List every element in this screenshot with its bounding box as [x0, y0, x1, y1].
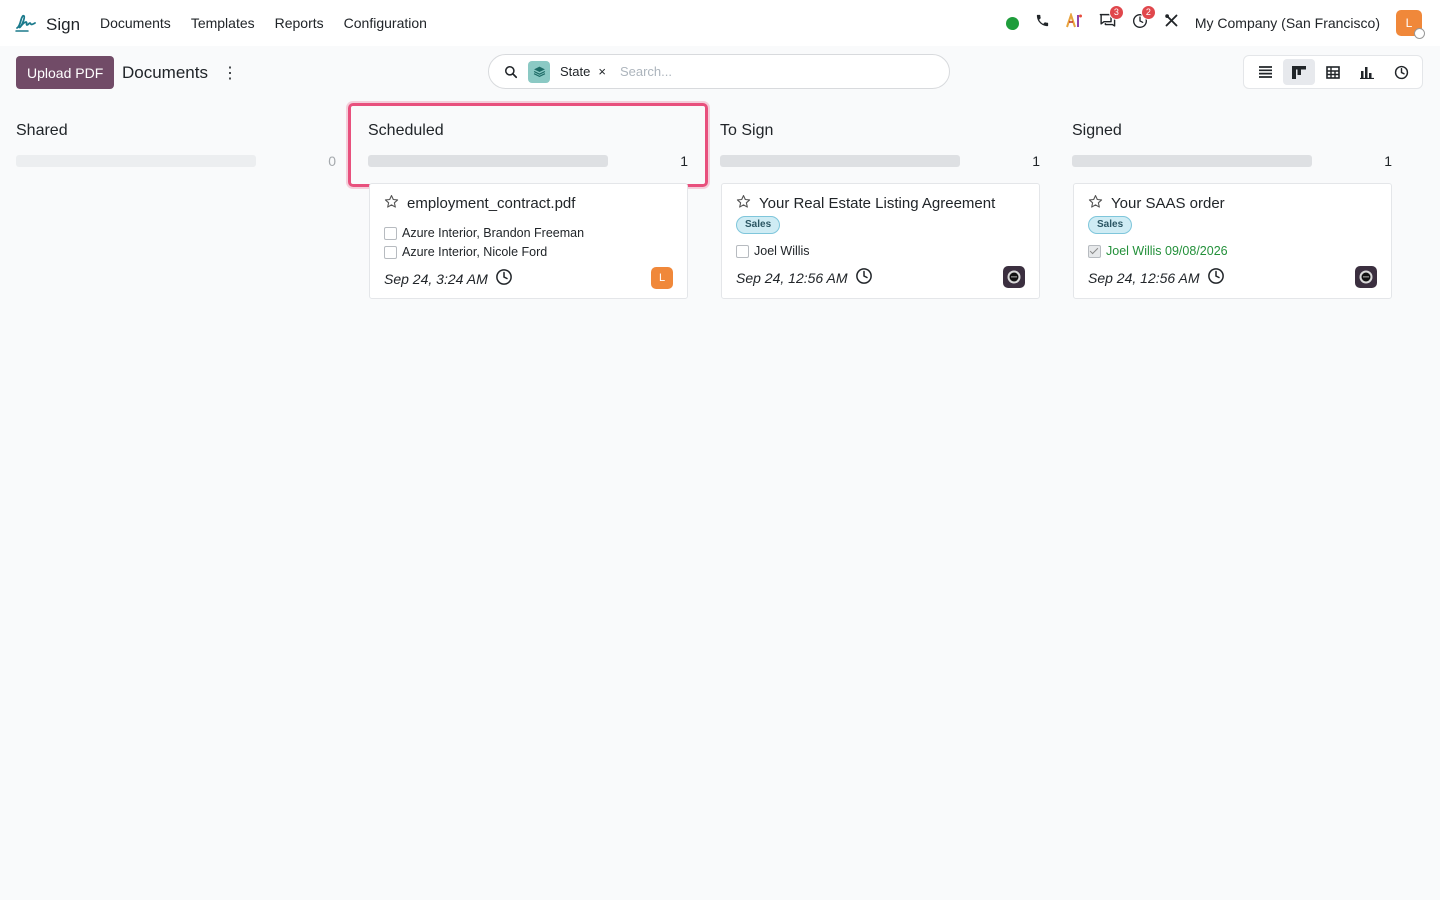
menu-configuration[interactable]: Configuration [344, 15, 427, 31]
activity-clock-icon[interactable] [495, 268, 513, 289]
user-photo-avatar[interactable] [1355, 266, 1377, 288]
column-title[interactable]: To Sign [720, 122, 773, 140]
ai-icon[interactable] [1065, 11, 1083, 33]
kanban-card[interactable]: employment_contract.pdf Azure Interior, … [369, 183, 688, 299]
user-avatar[interactable]: L [1396, 10, 1425, 39]
column-title[interactable]: Signed [1072, 122, 1122, 140]
app-brand[interactable]: Sign [14, 10, 80, 39]
card-date: Sep 24, 3:24 AM [384, 268, 513, 289]
presence-status-icon[interactable] [1005, 16, 1019, 30]
activity-clock-icon[interactable] [855, 267, 873, 288]
kanban-card[interactable]: Your SAAS order Sales Joel Willis 09/08/… [1073, 183, 1392, 299]
star-icon[interactable] [1088, 194, 1103, 213]
column-progress-bar[interactable] [720, 155, 960, 167]
search-facet-state: State × [528, 60, 606, 83]
signer-name: Joel Willis 09/08/2026 [1106, 244, 1228, 258]
control-panel: Upload PDF Documents ⋮ State × [0, 46, 1440, 100]
star-icon[interactable] [384, 194, 399, 213]
search-input[interactable] [617, 63, 922, 80]
messages-count-badge: 3 [1108, 4, 1124, 20]
menu-templates[interactable]: Templates [191, 15, 255, 31]
signer-checkbox [736, 244, 749, 258]
upload-pdf-button[interactable]: Upload PDF [16, 56, 115, 89]
column-count: 0 [328, 153, 336, 169]
column-progress-bar[interactable] [16, 155, 256, 167]
pivot-view-icon[interactable] [1317, 59, 1349, 85]
search-bar: State × [488, 54, 950, 89]
card-date: Sep 24, 12:56 AM [736, 267, 873, 288]
top-navbar: Sign Documents Templates Reports Configu… [0, 0, 1440, 46]
card-date: Sep 24, 12:56 AM [1088, 267, 1225, 288]
card-date-text: Sep 24, 3:24 AM [384, 270, 488, 287]
graph-view-icon[interactable] [1351, 59, 1383, 85]
phone-icon[interactable] [1035, 13, 1050, 33]
tag-sales: Sales [1088, 216, 1133, 234]
column-progress-bar[interactable] [1072, 155, 1312, 167]
breadcrumb: Documents [122, 63, 208, 82]
scheduled-column-highlight [348, 103, 708, 187]
activity-clock-icon[interactable] [1207, 267, 1225, 288]
signer-checkbox [384, 226, 397, 240]
signer-row: Joel Willis [736, 244, 810, 258]
signer-row: Azure Interior, Brandon Freeman [384, 226, 584, 240]
activities-count-badge: 2 [1140, 4, 1156, 20]
card-date-text: Sep 24, 12:56 AM [1088, 269, 1200, 286]
user-initial: L [1405, 16, 1413, 30]
signer-row: Azure Interior, Nicole Ford [384, 245, 547, 259]
signer-name: Azure Interior, Brandon Freeman [402, 226, 585, 240]
signer-name: Azure Interior, Nicole Ford [402, 245, 548, 259]
actions-menu-icon[interactable]: ⋮ [222, 63, 238, 83]
column-count: 1 [1032, 153, 1040, 169]
menu-reports[interactable]: Reports [275, 15, 324, 31]
card-avatar[interactable]: L [651, 267, 673, 289]
kanban-view-icon[interactable] [1283, 59, 1315, 85]
menu-documents[interactable]: Documents [100, 15, 171, 31]
systray: 3 2 My Company (San Francisco) L [1005, 0, 1425, 46]
card-title: Your Real Estate Listing Agreement [759, 195, 996, 212]
column-title[interactable]: Shared [16, 122, 68, 140]
facet-label: State [560, 64, 591, 79]
view-switcher [1243, 55, 1423, 89]
main-menu: Documents Templates Reports Configuratio… [100, 0, 447, 46]
user-photo-avatar[interactable] [1003, 266, 1025, 288]
layers-icon [528, 60, 550, 83]
tools-icon[interactable] [1164, 13, 1179, 33]
star-icon[interactable] [736, 194, 751, 213]
signer-name: Joel Willis [754, 244, 810, 258]
card-date-text: Sep 24, 12:56 AM [736, 269, 848, 286]
column-count: 1 [1384, 153, 1392, 169]
app-name: Sign [46, 14, 81, 34]
card-title: Your SAAS order [1111, 195, 1225, 212]
activity-view-icon[interactable] [1385, 59, 1417, 85]
facet-remove-icon[interactable]: × [598, 64, 606, 79]
signer-checkbox [384, 245, 397, 259]
signer-row: Joel Willis 09/08/2026 [1088, 244, 1228, 258]
list-view-icon[interactable] [1249, 59, 1281, 85]
search-icon[interactable] [504, 65, 518, 79]
user-status-icon [1414, 28, 1425, 39]
messages-button[interactable]: 3 [1099, 4, 1124, 34]
tag-sales: Sales [736, 216, 781, 234]
company-switcher[interactable]: My Company (San Francisco) [1195, 15, 1380, 31]
activities-button[interactable]: 2 [1132, 4, 1156, 34]
signer-checkbox-checked [1088, 244, 1101, 258]
card-title: employment_contract.pdf [407, 195, 576, 212]
sign-app-icon [14, 10, 38, 39]
kanban-card[interactable]: Your Real Estate Listing Agreement Sales… [721, 183, 1040, 299]
